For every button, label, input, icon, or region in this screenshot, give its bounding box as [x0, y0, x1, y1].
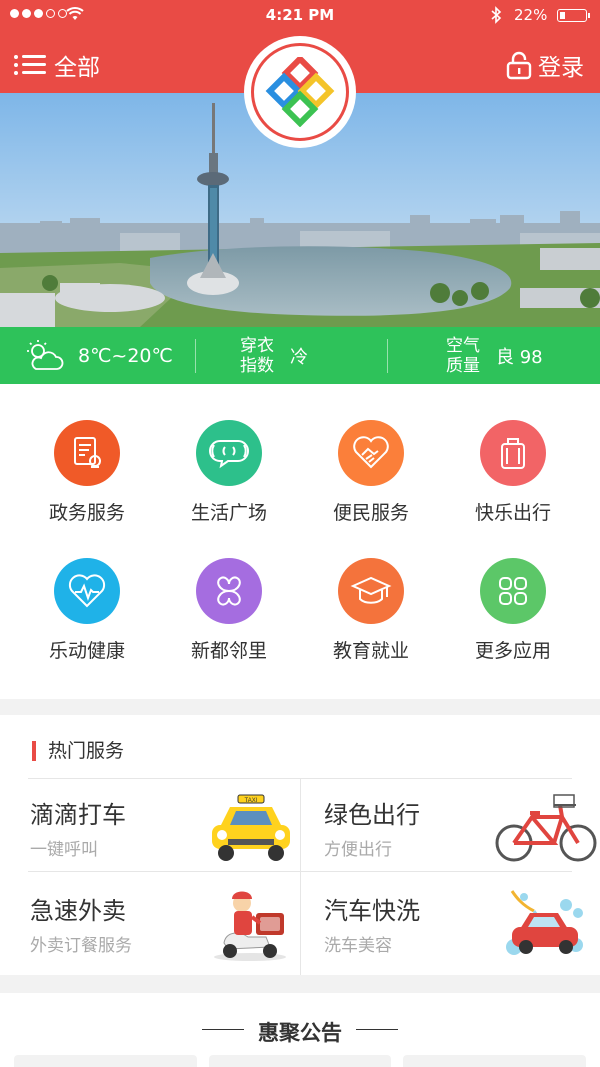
taxi-icon: TAXI [212, 794, 290, 861]
bicycle-icon [495, 794, 597, 862]
diamond-logo-icon [265, 57, 335, 127]
menu-label: 全部 [54, 55, 100, 81]
login-label: 登录 [538, 55, 584, 81]
air-quality-value: 良 98 [496, 346, 543, 368]
hot-service-name: 急速外卖 [30, 897, 126, 925]
service-label: 更多应用 [474, 640, 551, 662]
service-label: 乐动健康 [48, 640, 125, 662]
notice-card-list [14, 1055, 587, 1067]
temperature-range: 8℃~20℃ [78, 344, 173, 367]
service-travel[interactable]: 快乐出行 [453, 420, 573, 525]
divider [300, 779, 301, 975]
status-bar: 4:21 PM 22% [0, 0, 600, 30]
menu-button[interactable]: 全部 [14, 48, 100, 82]
hot-service-bike[interactable]: 绿色出行 方便出行 [324, 779, 597, 875]
hot-service-taxi[interactable]: 滴滴打车 一键呼叫 TAXI [30, 779, 300, 875]
clover-icon [196, 558, 262, 624]
notice-section: 惠聚公告 [0, 993, 600, 1067]
temperature-segment: 8℃~20℃ [24, 327, 173, 384]
car-wash-icon [506, 890, 583, 955]
service-convenience[interactable]: 便民服务 [311, 420, 431, 525]
delivery-scooter-icon [214, 891, 286, 961]
service-grid: 政务服务 生活广场 便民服务 快乐出行 乐动健康 新都邻里 教育就业 更多应用 [0, 384, 600, 699]
service-health[interactable]: 乐动健康 [27, 558, 147, 663]
service-label: 政务服务 [48, 502, 125, 524]
hot-service-sub: 一键呼叫 [30, 840, 98, 860]
service-label: 新都邻里 [190, 640, 267, 662]
weather-bar[interactable]: 8℃~20℃ 穿衣 指数 冷 空气 质量 良 98 [0, 327, 600, 384]
suitcase-icon [480, 420, 546, 486]
service-label: 教育就业 [332, 640, 409, 662]
grid-apps-icon [480, 558, 546, 624]
hot-service-delivery[interactable]: 急速外卖 外卖订餐服务 [30, 875, 300, 971]
hot-service-sub: 洗车美容 [324, 936, 392, 956]
document-seal-icon [54, 420, 120, 486]
notice-card[interactable] [14, 1055, 197, 1067]
service-label: 便民服务 [332, 502, 409, 524]
battery-percent: 22% [514, 6, 548, 24]
list-menu-icon [14, 52, 46, 78]
notice-title: 惠聚公告 [258, 1021, 342, 1045]
hot-service-name: 滴滴打车 [30, 801, 126, 829]
divider [356, 1029, 398, 1030]
divider [387, 339, 388, 373]
hot-service-sub: 外卖订餐服务 [30, 936, 132, 956]
service-label: 生活广场 [190, 502, 267, 524]
clothing-label-line2: 指数 [240, 355, 274, 376]
login-button[interactable]: 登录 [506, 48, 584, 82]
app-logo [244, 36, 356, 148]
hot-service-sub: 方便出行 [324, 840, 392, 860]
status-time: 4:21 PM [265, 6, 335, 24]
notice-card[interactable] [403, 1055, 587, 1067]
clothing-label-line1: 穿衣 [240, 335, 274, 356]
partly-cloudy-icon [27, 339, 64, 370]
hot-services-section: 热门服务 滴滴打车 一键呼叫 TAXI 绿色出行 方便出行 急速外卖 外卖订餐服… [0, 715, 600, 975]
clothing-index-value: 冷 [290, 346, 308, 368]
bluetooth-icon [491, 6, 502, 24]
hot-service-name: 汽车快洗 [324, 897, 420, 925]
battery-icon [557, 9, 590, 22]
handshake-heart-icon [338, 420, 404, 486]
hot-service-carwash[interactable]: 汽车快洗 洗车美容 [324, 875, 594, 971]
service-life[interactable]: 生活广场 [169, 420, 289, 525]
heart-pulse-icon [54, 558, 120, 624]
service-more[interactable]: 更多应用 [453, 558, 573, 663]
service-education[interactable]: 教育就业 [311, 558, 431, 663]
air-label-line1: 空气 [446, 335, 480, 356]
air-quality-segment: 空气 质量 良 98 [446, 327, 543, 384]
chat-waves-icon [196, 420, 262, 486]
hot-service-name: 绿色出行 [324, 801, 420, 829]
graduation-cap-icon [338, 558, 404, 624]
svg-text:TAXI: TAXI [245, 798, 258, 804]
divider [195, 339, 196, 373]
clothing-index-segment: 穿衣 指数 冷 [240, 327, 308, 384]
service-neighbors[interactable]: 新都邻里 [169, 558, 289, 663]
lock-icon [506, 51, 532, 80]
service-gov[interactable]: 政务服务 [27, 420, 147, 525]
service-label: 快乐出行 [474, 502, 551, 524]
hot-services-title: 热门服务 [32, 741, 124, 761]
notice-card[interactable] [208, 1055, 392, 1067]
air-label-line2: 质量 [446, 355, 480, 376]
